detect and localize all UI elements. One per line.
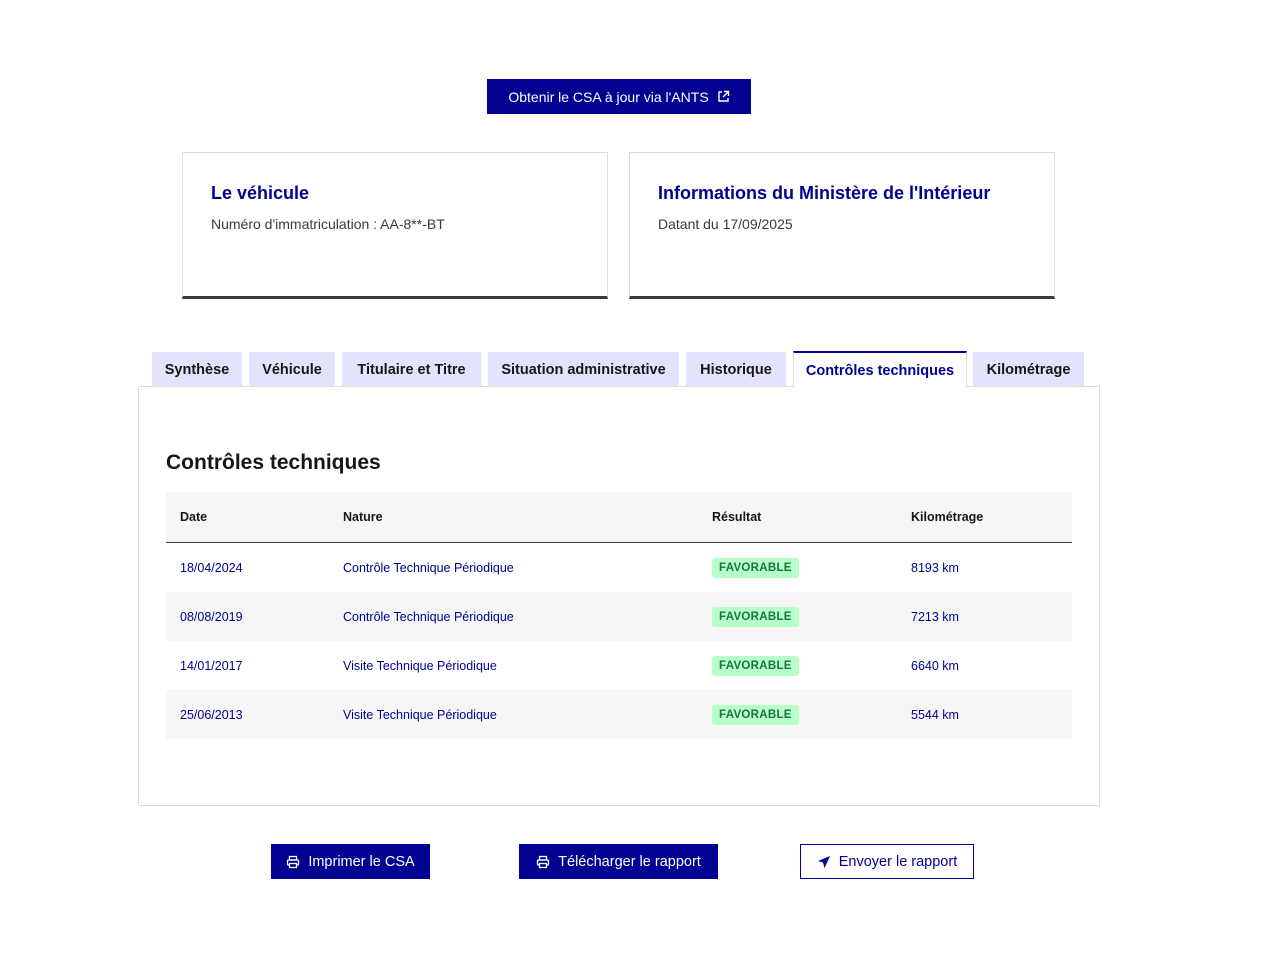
external-link-icon (717, 90, 730, 103)
send-icon (817, 855, 831, 869)
send-report-label: Envoyer le rapport (838, 853, 958, 870)
row-date: 25/06/2013 (180, 707, 243, 722)
status-badge: FAVORABLE (712, 704, 799, 725)
row-mileage: 6640 km (911, 658, 959, 673)
row-nature: Visite Technique Périodique (343, 707, 497, 722)
tab-panel: Contrôles techniques Date Nature Résulta… (138, 386, 1100, 806)
row-date: 18/04/2024 (180, 560, 243, 575)
table-row: 14/01/2017 Visite Technique Périodique F… (166, 641, 1072, 690)
row-mileage: 5544 km (911, 707, 959, 722)
column-header-nature: Nature (343, 510, 383, 524)
send-report-button[interactable]: Envoyer le rapport (800, 844, 974, 879)
download-report-label: Télécharger le rapport (558, 853, 701, 870)
tab-synthese[interactable]: Synthèse (152, 352, 242, 387)
row-nature: Contrôle Technique Périodique (343, 609, 514, 624)
tab-controles-techniques[interactable]: Contrôles techniques (793, 351, 967, 388)
print-csa-button[interactable]: Imprimer le CSA (271, 844, 430, 879)
table-row: 18/04/2024 Contrôle Technique Périodique… (166, 543, 1072, 592)
ministry-card: Informations du Ministère de l'Intérieur… (629, 152, 1055, 299)
status-badge: FAVORABLE (712, 557, 799, 578)
registration-number: Numéro d'immatriculation : AA-8**-BT (211, 216, 445, 232)
row-mileage: 7213 km (911, 609, 959, 624)
row-mileage: 8193 km (911, 560, 959, 575)
tab-situation-administrative[interactable]: Situation administrative (488, 352, 679, 387)
tab-historique[interactable]: Historique (686, 352, 786, 387)
vehicle-card-title: Le véhicule (211, 183, 310, 203)
inspections-table: Date Nature Résultat Kilométrage 18/04/2… (166, 492, 1072, 739)
panel-title: Contrôles techniques (166, 451, 381, 474)
tab-kilometrage[interactable]: Kilométrage (973, 352, 1084, 387)
printer-icon (536, 855, 550, 869)
status-badge: FAVORABLE (712, 606, 799, 627)
printer-icon (286, 855, 300, 869)
download-report-button[interactable]: Télécharger le rapport (519, 844, 718, 879)
ants-csa-label: Obtenir le CSA à jour via l'ANTS (508, 88, 709, 105)
ants-csa-button[interactable]: Obtenir le CSA à jour via l'ANTS (487, 79, 751, 114)
row-nature: Visite Technique Périodique (343, 658, 497, 673)
table-row: 08/08/2019 Contrôle Technique Périodique… (166, 592, 1072, 641)
row-date: 14/01/2017 (180, 658, 243, 673)
column-header-date: Date (180, 510, 208, 524)
row-nature: Contrôle Technique Périodique (343, 560, 514, 575)
column-header-mileage: Kilométrage (911, 510, 984, 524)
tab-vehicule[interactable]: Véhicule (249, 352, 335, 387)
ministry-date: Datant du 17/09/2025 (658, 216, 793, 232)
vehicle-card: Le véhicule Numéro d'immatriculation : A… (182, 152, 608, 299)
print-csa-label: Imprimer le CSA (308, 853, 415, 870)
column-header-result: Résultat (712, 510, 762, 524)
tab-titulaire-titre[interactable]: Titulaire et Titre (342, 352, 481, 387)
status-badge: FAVORABLE (712, 655, 799, 676)
row-date: 08/08/2019 (180, 609, 243, 624)
ministry-card-title: Informations du Ministère de l'Intérieur (658, 183, 991, 203)
table-header: Date Nature Résultat Kilométrage (166, 492, 1072, 543)
table-row: 25/06/2013 Visite Technique Périodique F… (166, 690, 1072, 739)
